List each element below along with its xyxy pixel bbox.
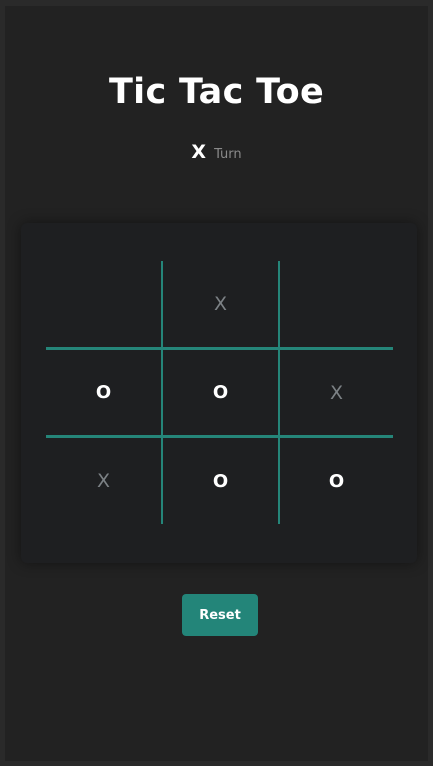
page-title: Tic Tac Toe <box>108 72 325 112</box>
board-cell-1[interactable] <box>46 261 161 347</box>
turn-label: Turn <box>214 147 242 162</box>
board-cell-7[interactable]: X <box>46 438 161 524</box>
board-cell-8[interactable]: O <box>163 438 278 524</box>
turn-player: X <box>191 141 206 163</box>
board-cell-6[interactable]: X <box>280 350 393 435</box>
board-cell-3[interactable] <box>280 261 393 347</box>
game-board: X O O X X O O <box>46 261 393 524</box>
turn-indicator: X Turn <box>0 139 433 168</box>
board-cell-2[interactable]: X <box>163 261 278 347</box>
reset-button[interactable]: Reset <box>182 594 258 636</box>
board-cell-9[interactable]: O <box>280 438 393 524</box>
board-cell-5[interactable]: O <box>163 350 278 435</box>
board-cell-4[interactable]: O <box>46 350 161 435</box>
